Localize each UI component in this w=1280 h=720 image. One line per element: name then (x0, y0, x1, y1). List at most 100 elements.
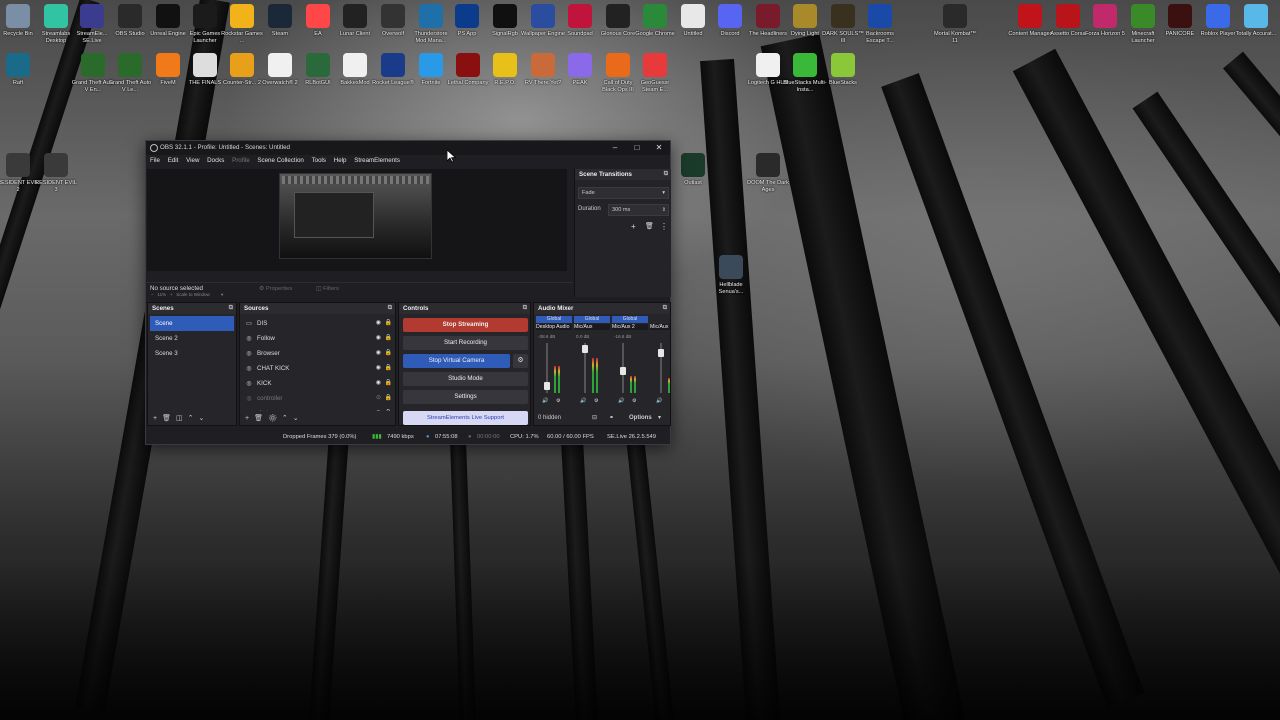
source-item[interactable]: ◎ Browser ◉ 🔒 (240, 346, 395, 361)
more-options-icon[interactable]: ⋮ (660, 222, 668, 231)
undock-icon[interactable]: ⧉ (229, 303, 233, 314)
source-item[interactable]: ◎ controller ⊘ 🔒 (240, 391, 395, 406)
scene-filters-icon[interactable]: ◫ (176, 415, 188, 422)
close-button[interactable]: ✕ (648, 141, 670, 155)
speaker-icon[interactable]: 🔊 (618, 398, 624, 404)
scene-item[interactable]: Scene 2 (150, 331, 234, 346)
desktop-icon[interactable]: DOOM The Dark Ages (746, 153, 790, 193)
scene-item[interactable]: Scene 3 (150, 346, 234, 361)
menu-scene-collection[interactable]: Scene Collection (257, 157, 303, 164)
title-bar[interactable]: OBS 32.1.1 - Profile: Untitled - Scenes:… (146, 141, 670, 155)
filters-button[interactable]: ◫ Filters (316, 283, 339, 295)
lock-icon[interactable]: 🔒 (385, 391, 392, 406)
volume-knob[interactable] (582, 345, 588, 353)
visibility-icon[interactable]: ◉ (376, 361, 381, 376)
undock-icon[interactable]: ⧉ (664, 169, 668, 180)
channel-settings-icon[interactable]: ⚙ (632, 398, 637, 404)
add-source-icon[interactable]: + (245, 415, 254, 422)
obs-window[interactable]: OBS 32.1.1 - Profile: Untitled - Scenes:… (145, 140, 671, 445)
virtual-camera-settings-icon[interactable]: ⚙ (513, 354, 528, 368)
undock-icon[interactable]: ⧉ (388, 303, 392, 314)
desktop-icon[interactable]: Outlast (671, 153, 715, 187)
visibility-icon[interactable]: ◉ (376, 346, 381, 361)
volume-knob[interactable] (658, 349, 664, 357)
duration-input[interactable]: 300 ms ⇕ (608, 204, 669, 216)
source-item[interactable]: ◎ CHAT KICK ◉ 🔒 (240, 361, 395, 376)
visibility-icon[interactable]: ◉ (376, 316, 381, 331)
channel-settings-icon[interactable]: ⚙ (556, 398, 561, 404)
source-item[interactable]: ▭ DIS ◉ 🔒 (240, 316, 395, 331)
properties-button[interactable]: ⚙ Properties (259, 283, 292, 295)
spinner-icon[interactable]: ⇕ (662, 205, 666, 215)
scene-item[interactable]: Scene (150, 316, 234, 331)
volume-knob[interactable] (620, 366, 626, 375)
preview-canvas[interactable]: − 11% + Scale to Window ▾ (147, 169, 567, 297)
desktop-icon[interactable]: Hellblade Senua's... (709, 255, 753, 295)
desktop-icon[interactable]: BlueStacks (821, 53, 865, 87)
lock-icon[interactable]: 🔒 (385, 316, 392, 331)
start-recording-button[interactable]: Start Recording (403, 336, 528, 350)
minimize-button[interactable]: – (604, 141, 626, 155)
channel-name[interactable]: Mic/Aux (574, 324, 610, 330)
settings-button[interactable]: Settings (403, 390, 528, 404)
remove-transition-icon[interactable]: 🗑 (645, 222, 654, 230)
desktop-icon[interactable]: RESIDENT EVIL 3 (34, 153, 78, 193)
menu-tools[interactable]: Tools (312, 157, 326, 164)
speaker-icon[interactable]: 🔊 (580, 398, 586, 404)
link-icon[interactable]: ⚭ (609, 412, 614, 425)
speaker-icon[interactable]: 🔊 (542, 398, 548, 404)
stop-virtual-camera-button[interactable]: Stop Virtual Camera (403, 354, 510, 368)
menu-streamelements[interactable]: StreamElements (354, 157, 400, 164)
channel-name[interactable]: Mic/Aux (650, 324, 670, 330)
source-properties-icon[interactable]: ⚙ (268, 415, 282, 422)
menu-help[interactable]: Help (334, 157, 347, 164)
visibility-icon[interactable]: ⊘ (376, 391, 381, 406)
menu-edit[interactable]: Edit (168, 157, 179, 164)
source-item[interactable]: ◎ chat ◉ 🔒 (240, 406, 395, 411)
se-live-support-button[interactable]: StreamElements Live Support (403, 411, 528, 425)
lock-icon[interactable]: 🔒 (385, 376, 392, 391)
lock-icon[interactable]: 🔒 (385, 406, 392, 411)
menu-profile[interactable]: Profile (232, 157, 250, 164)
volume-knob[interactable] (544, 381, 550, 390)
menu-view[interactable]: View (186, 157, 199, 164)
menu-file[interactable]: File (150, 157, 160, 164)
move-down-icon[interactable]: ⌄ (198, 415, 209, 422)
channel-settings-icon[interactable]: ⚙ (594, 398, 599, 404)
layout-toggle-icon[interactable]: ⊟ (592, 412, 597, 425)
add-scene-icon[interactable]: + (153, 415, 162, 422)
desktop-icon[interactable]: GeoGuessr Steam E... (633, 53, 677, 93)
visibility-icon[interactable]: ◉ (376, 331, 381, 346)
lock-icon[interactable]: 🔒 (385, 346, 392, 361)
lock-icon[interactable]: 🔒 (385, 331, 392, 346)
visibility-icon[interactable]: ◉ (376, 406, 381, 411)
source-item[interactable]: ◎ Follow ◉ 🔒 (240, 331, 395, 346)
source-item[interactable]: ◎ KICK ◉ 🔒 (240, 376, 395, 391)
remove-source-icon[interactable]: 🗑 (254, 415, 268, 422)
stop-streaming-button[interactable]: Stop Streaming (403, 318, 528, 332)
channel-name[interactable]: Desktop Audio (536, 324, 572, 330)
move-down-icon[interactable]: ⌄ (293, 415, 304, 422)
desktop-icon[interactable]: Raft (0, 53, 40, 87)
desktop-icon[interactable]: Mortal Kombat™ 11 (933, 4, 977, 44)
speaker-icon[interactable]: 🔊 (656, 398, 662, 404)
undock-icon[interactable]: ⧉ (663, 303, 667, 314)
visibility-icon[interactable]: ◉ (376, 376, 381, 391)
app-icon (381, 53, 405, 77)
desktop-icon[interactable]: Totally Accurat... (1234, 4, 1278, 38)
move-up-icon[interactable]: ⌃ (282, 415, 293, 422)
channel-name[interactable]: Mic/Aux 2 (612, 324, 648, 330)
maximize-button[interactable]: □ (626, 141, 648, 155)
app-icon (719, 255, 743, 279)
chevron-down-icon[interactable]: ▾ (658, 412, 661, 425)
lock-icon[interactable]: 🔒 (385, 361, 392, 376)
move-up-icon[interactable]: ⌃ (188, 415, 199, 422)
remove-scene-icon[interactable]: 🗑 (162, 415, 176, 422)
options-button[interactable]: Options (629, 412, 652, 425)
studio-mode-button[interactable]: Studio Mode (403, 372, 528, 386)
menu-docks[interactable]: Docks (207, 157, 224, 164)
desktop-icon[interactable]: Backrooms Escape T... (858, 4, 902, 44)
transition-select[interactable]: Fade ▾ (578, 187, 669, 199)
undock-icon[interactable]: ⧉ (523, 303, 527, 314)
add-transition-icon[interactable]: + (631, 222, 636, 231)
